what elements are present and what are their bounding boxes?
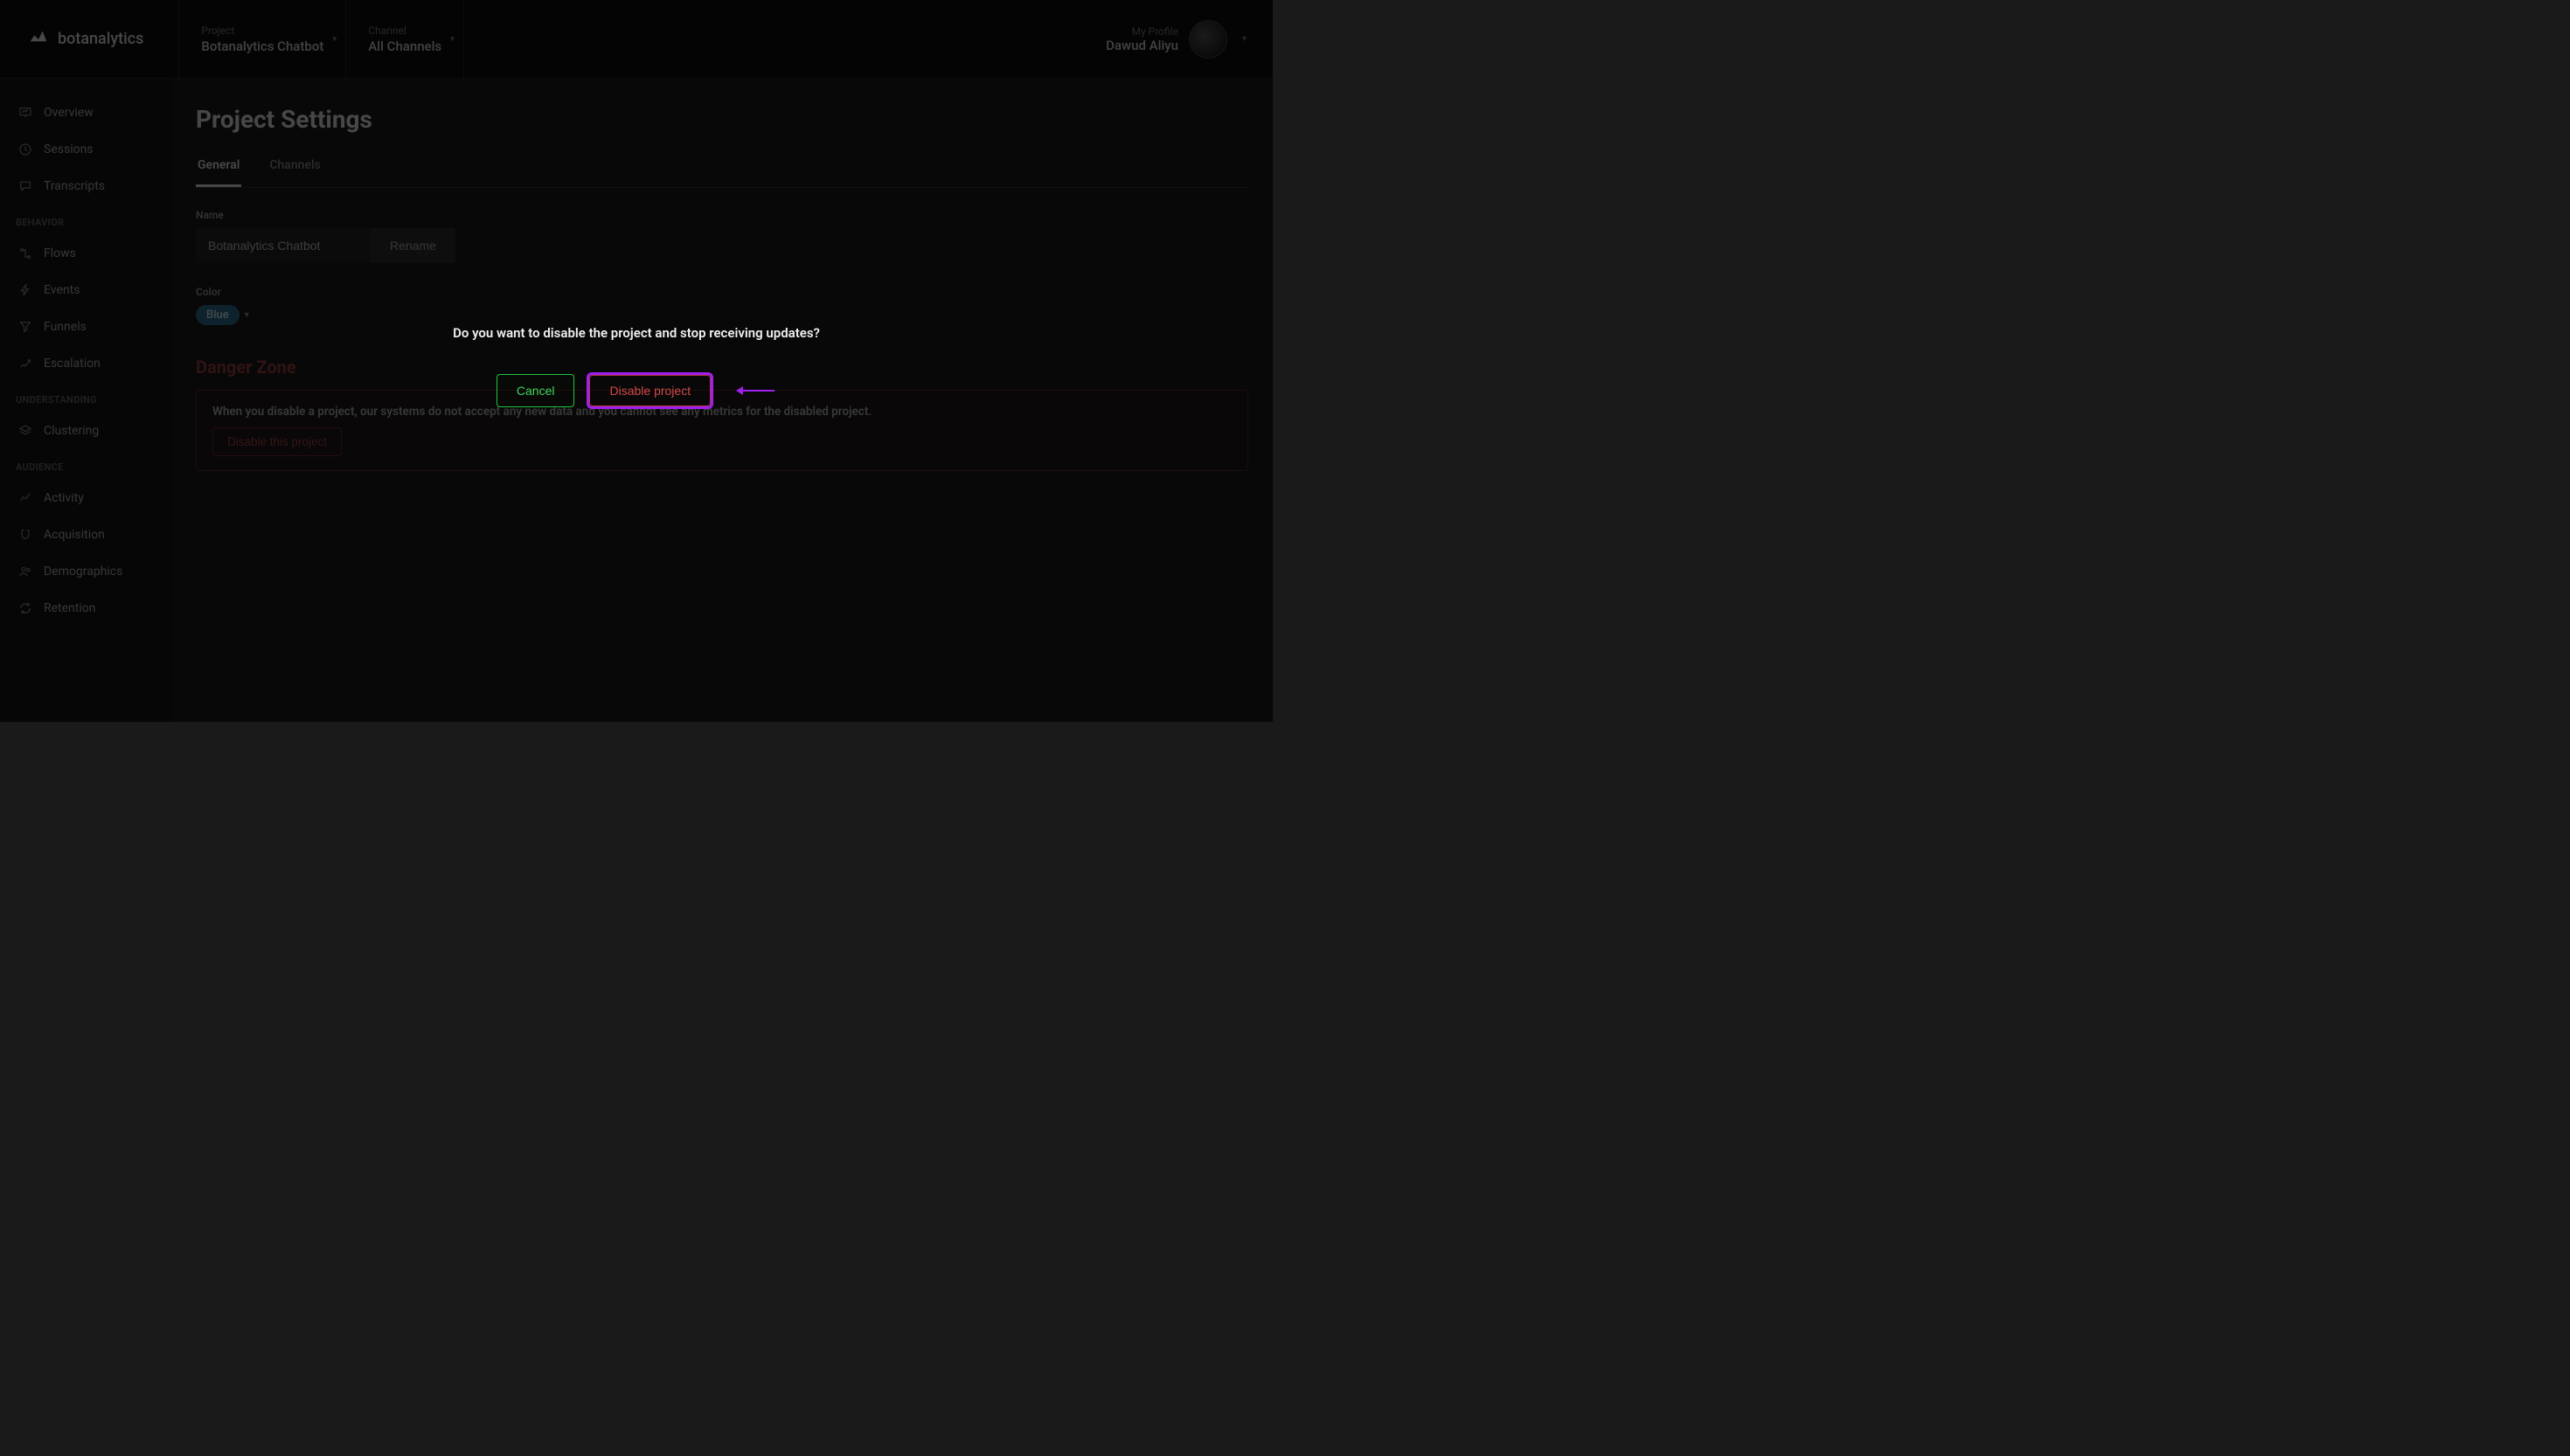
disable-project-confirm-button[interactable]: Disable project <box>589 375 711 406</box>
annotation-highlight: Disable project <box>587 372 713 409</box>
cancel-button[interactable]: Cancel <box>497 374 575 407</box>
modal-message: Do you want to disable the project and s… <box>453 325 820 341</box>
arrow-annotation <box>734 383 776 399</box>
modal-overlay: Do you want to disable the project and s… <box>0 0 1273 722</box>
modal-actions: Cancel Disable project <box>497 372 776 409</box>
